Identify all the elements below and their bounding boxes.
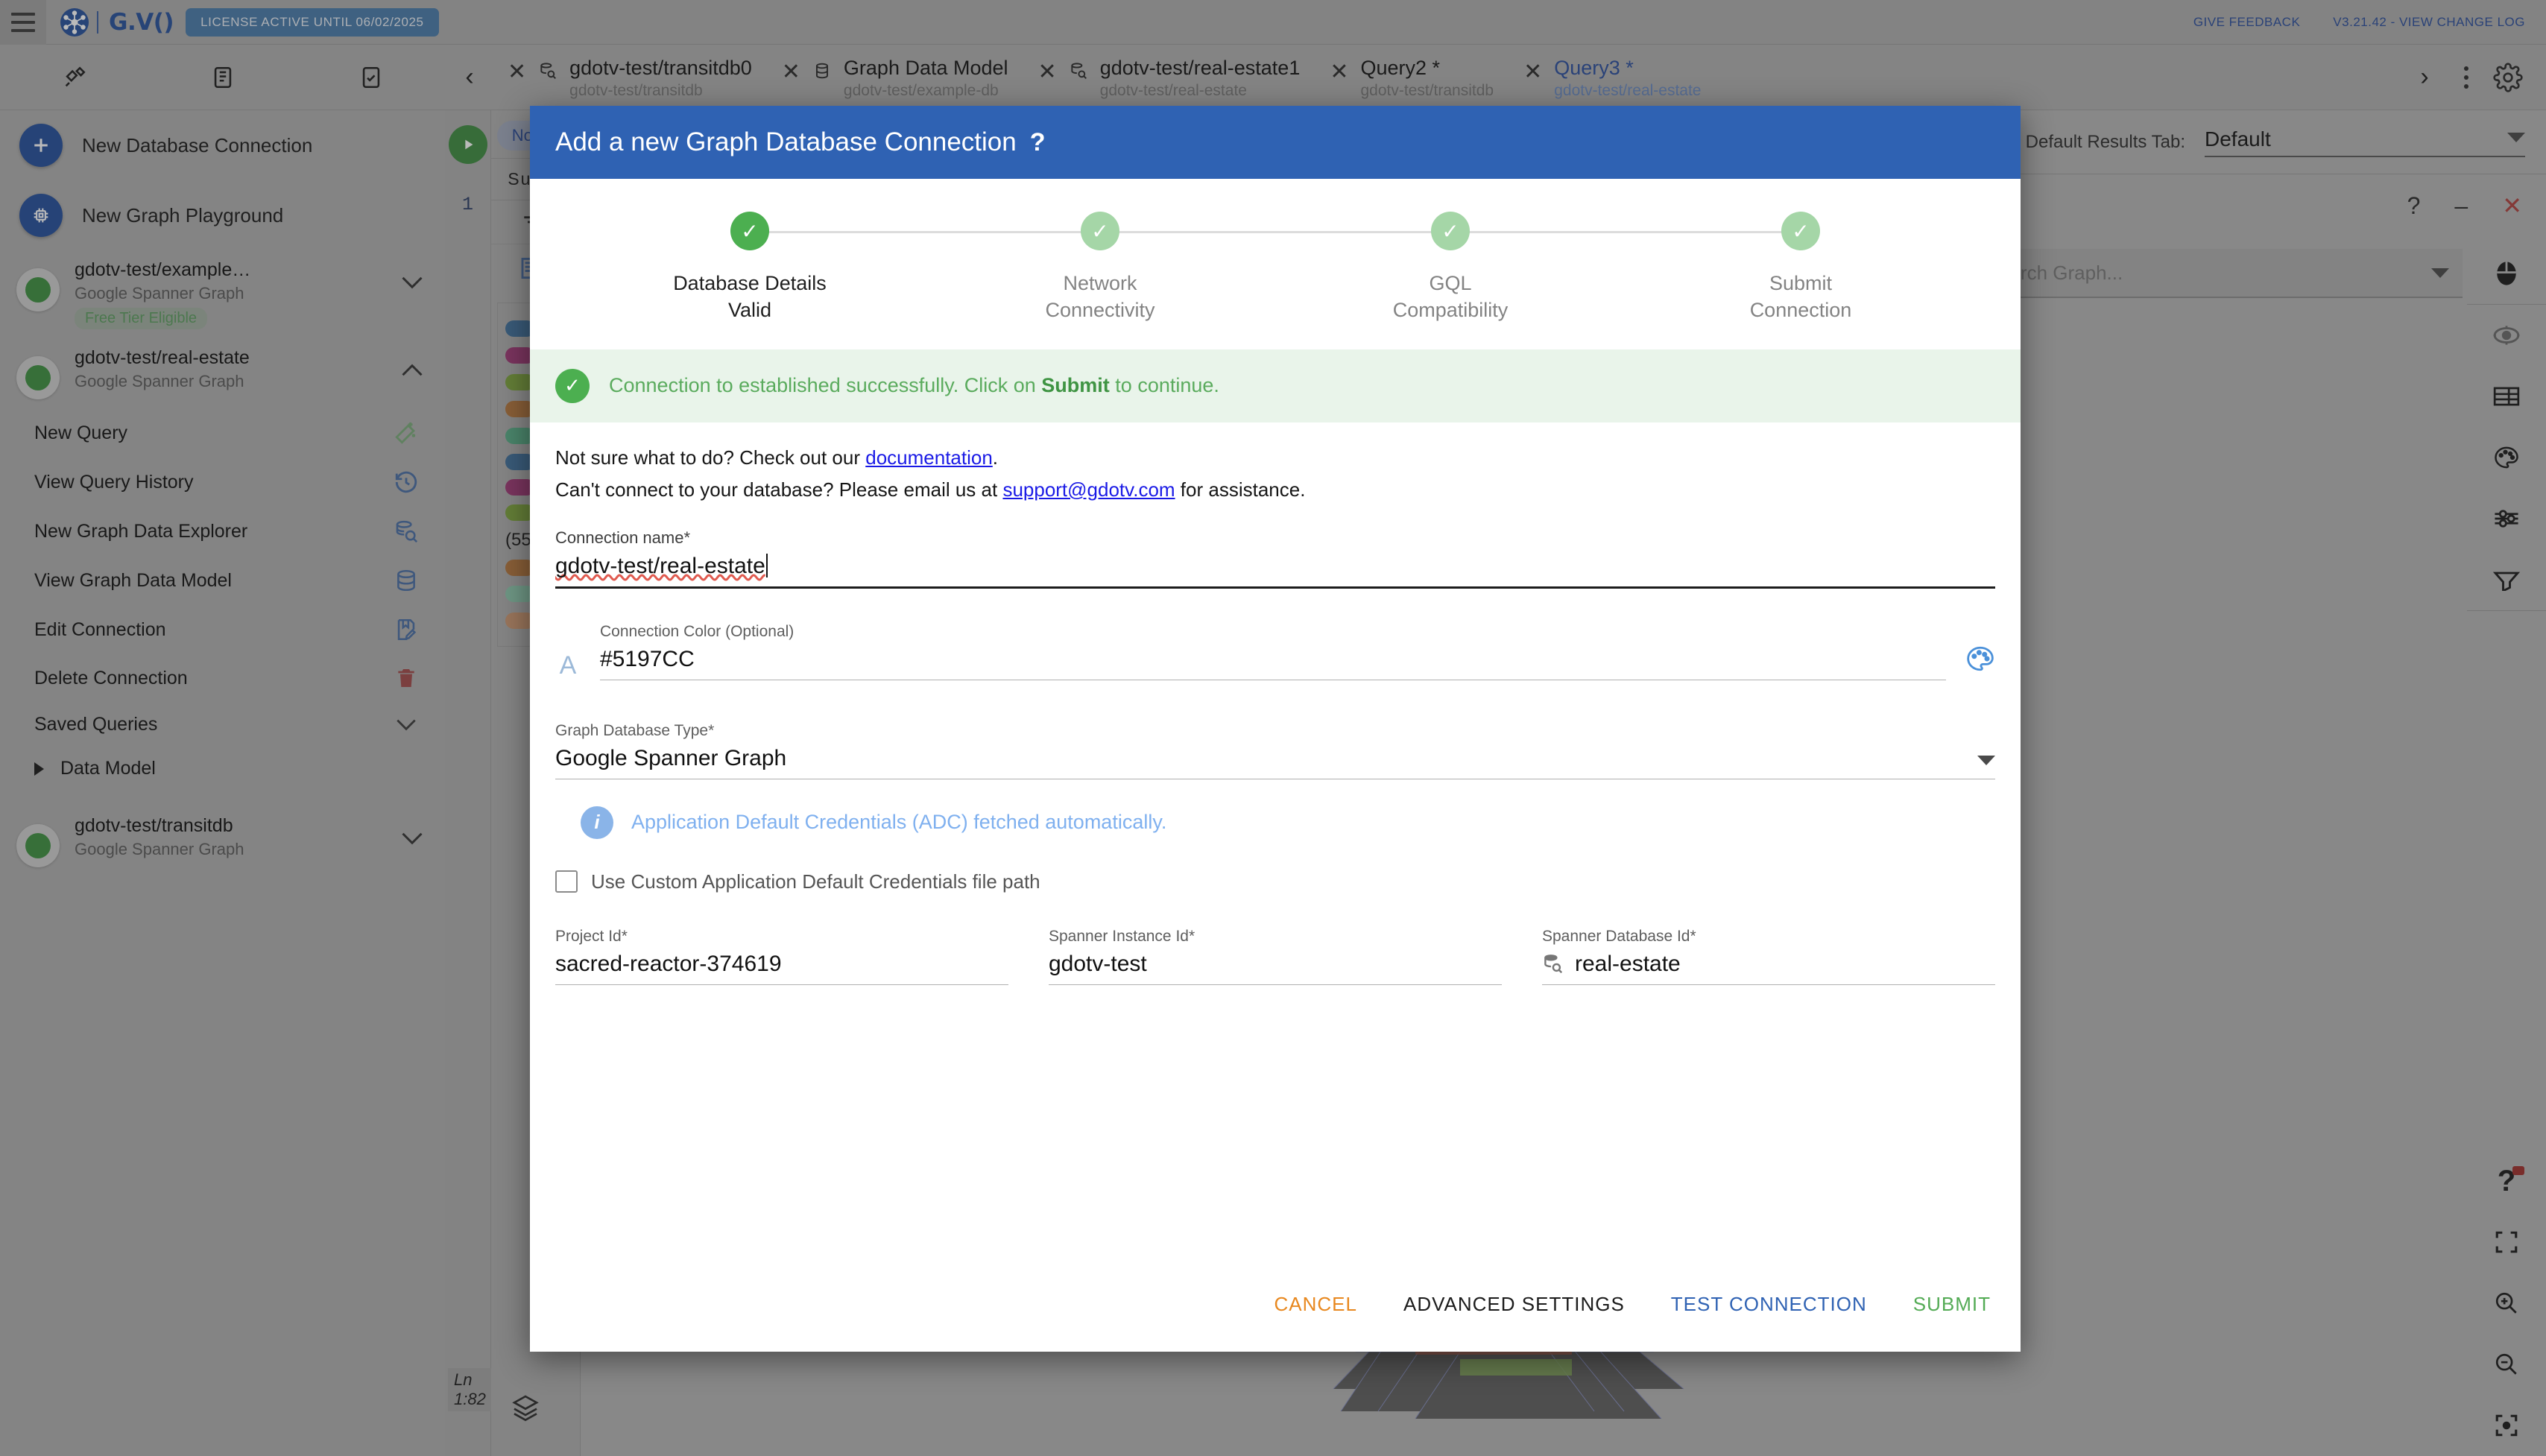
step-label: GQL Compatibility	[1393, 270, 1509, 324]
database-search-icon	[1544, 954, 1563, 973]
help-line2-post: for assistance.	[1175, 478, 1306, 501]
spanner-instance-id-field[interactable]: Spanner Instance Id* gdotv-test	[1049, 928, 1502, 985]
adc-info-text: Application Default Credentials (ADC) fe…	[631, 811, 1167, 834]
app-root: G.V() LICENSE ACTIVE UNTIL 06/02/2025 GI…	[0, 0, 2546, 1456]
graph-database-type-field[interactable]: Graph Database Type* Google Spanner Grap…	[555, 722, 1995, 779]
step-label-line2: Connection	[1749, 299, 1852, 322]
connection-color-input[interactable]: #5197CC	[600, 641, 1946, 680]
graph-database-type-value: Google Spanner Graph	[555, 745, 787, 770]
graph-database-type-select[interactable]: Google Spanner Graph	[555, 740, 1995, 779]
spanner-instance-id-label: Spanner Instance Id*	[1049, 927, 1195, 945]
connection-color-field[interactable]: A Connection Color (Optional) #5197CC	[555, 623, 1995, 680]
advanced-settings-button[interactable]: ADVANCED SETTINGS	[1403, 1293, 1625, 1316]
project-id-input[interactable]: sacred-reactor-374619	[555, 946, 1008, 985]
adc-info-row: i Application Default Credentials (ADC) …	[581, 805, 1995, 839]
success-message: Connection to established successfully. …	[609, 374, 1219, 397]
help-line2-pre: Can't connect to your database? Please e…	[555, 478, 1003, 501]
add-connection-dialog: Add a new Graph Database Connection ? ✓ …	[530, 106, 2021, 1352]
success-message-bold: Submit	[1041, 374, 1110, 397]
step-label-line1: Submit	[1769, 272, 1833, 294]
documentation-link[interactable]: documentation	[865, 446, 993, 469]
spanner-ids-row: Project Id* sacred-reactor-374619 Spanne…	[555, 928, 1995, 985]
project-id-field[interactable]: Project Id* sacred-reactor-374619	[555, 928, 1008, 985]
check-circle-icon: ✓	[555, 368, 590, 403]
spanner-database-id-value: real-estate	[1575, 951, 1681, 976]
success-message-prefix: Connection to established successfully. …	[609, 374, 1042, 397]
dialog-footer: CANCEL ADVANCED SETTINGS TEST CONNECTION…	[530, 1256, 2021, 1352]
custom-adc-checkbox-row[interactable]: Use Custom Application Default Credentia…	[555, 870, 1995, 893]
success-message-suffix: to continue.	[1109, 374, 1219, 397]
cancel-button[interactable]: CANCEL	[1274, 1293, 1357, 1316]
step-check-icon: ✓	[1081, 212, 1119, 250]
step-network-connectivity[interactable]: ✓ Network Connectivity	[925, 212, 1450, 324]
text-caret	[765, 553, 768, 577]
connection-color-label: Connection Color (Optional)	[600, 622, 795, 640]
step-label-line1: GQL	[1429, 272, 1472, 294]
help-line1-post: .	[992, 446, 999, 469]
dialog-title: Add a new Graph Database Connection	[555, 127, 1017, 156]
project-id-label: Project Id*	[555, 927, 628, 945]
dialog-body: Not sure what to do? Check out our docum…	[530, 422, 2021, 1256]
success-banner: ✓ Connection to established successfully…	[530, 349, 2021, 422]
dialog-stepper: ✓ Database Details Valid ✓ Network Conne…	[530, 179, 2021, 332]
custom-adc-label: Use Custom Application Default Credentia…	[591, 870, 1040, 893]
support-email-link[interactable]: support@gdotv.com	[1002, 478, 1175, 501]
spanner-database-id-label: Spanner Database Id*	[1542, 927, 1696, 945]
dialog-help-icon[interactable]: ?	[1030, 128, 1046, 157]
step-check-icon: ✓	[730, 212, 769, 250]
custom-adc-checkbox[interactable]	[555, 870, 578, 893]
connection-name-label: Connection name*	[555, 528, 691, 547]
step-database-details[interactable]: ✓ Database Details Valid	[575, 212, 1100, 324]
connection-name-field[interactable]: Connection name* gdotv-test/real-estate	[555, 528, 1995, 589]
step-label: Network Connectivity	[1045, 270, 1154, 324]
chevron-down-icon	[1977, 755, 1995, 765]
step-label-line1: Network	[1063, 272, 1137, 294]
help-line-documentation: Not sure what to do? Check out our docum…	[555, 442, 1995, 474]
color-picker-palette-icon[interactable]	[1965, 645, 1995, 676]
submit-button[interactable]: SUBMIT	[1913, 1293, 1991, 1316]
step-check-icon: ✓	[1431, 212, 1470, 250]
text-color-icon: A	[559, 651, 577, 680]
step-check-icon: ✓	[1781, 212, 1820, 250]
step-label-line2: Connectivity	[1045, 299, 1155, 322]
help-line-support: Can't connect to your database? Please e…	[555, 474, 1995, 506]
spanner-instance-id-input[interactable]: gdotv-test	[1049, 946, 1502, 985]
test-connection-button[interactable]: TEST CONNECTION	[1671, 1293, 1867, 1316]
step-submit-connection[interactable]: ✓ Submit Connection	[1626, 212, 1976, 324]
spanner-database-id-field[interactable]: Spanner Database Id* real-estate	[1542, 928, 1995, 985]
step-label-line1: Database Details	[673, 272, 827, 294]
step-label: Submit Connection	[1750, 270, 1852, 324]
spanner-database-id-input[interactable]: real-estate	[1542, 946, 1995, 985]
connection-name-value: gdotv-test/real-estate	[555, 553, 765, 578]
step-gql-compatibility[interactable]: ✓ GQL Compatibility	[1275, 212, 1801, 324]
help-line1-pre: Not sure what to do? Check out our	[555, 446, 866, 469]
info-icon: i	[581, 805, 613, 839]
dialog-help-text: Not sure what to do? Check out our docum…	[555, 442, 1995, 506]
step-label-line2: Valid	[727, 299, 772, 322]
step-label-line2: Compatibility	[1392, 299, 1509, 322]
dialog-header: Add a new Graph Database Connection ?	[530, 106, 2021, 179]
graph-database-type-label: Graph Database Type*	[555, 721, 715, 739]
step-label: Database Details Valid	[673, 270, 827, 324]
connection-name-input[interactable]: gdotv-test/real-estate	[555, 548, 1995, 589]
